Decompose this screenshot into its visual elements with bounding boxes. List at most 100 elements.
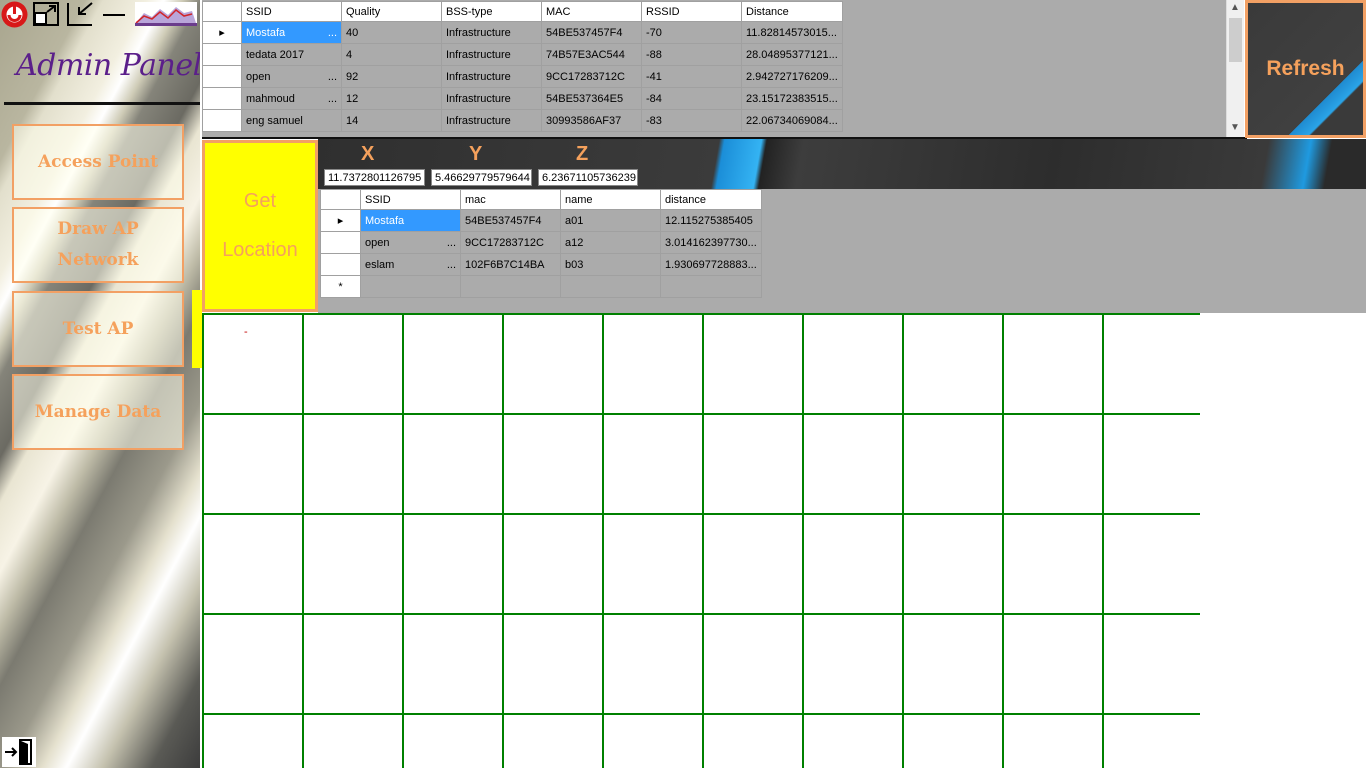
mac-cell[interactable]: 9CC17283712C bbox=[460, 231, 561, 254]
distance-cell[interactable]: 3.014162397730... bbox=[660, 231, 762, 254]
name-cell[interactable]: a12 bbox=[560, 231, 661, 254]
table-row[interactable]: eng samuel 14 Infrastructure 30993586AF3… bbox=[202, 109, 843, 132]
draw-ap-network-button[interactable]: Draw AP Network bbox=[12, 207, 184, 283]
mac-cell[interactable]: 102F6B7C14BA bbox=[460, 253, 561, 276]
row-header[interactable] bbox=[202, 87, 242, 110]
table-row[interactable]: ▸ Mostafa... 40 Infrastructure 54BE53745… bbox=[202, 21, 843, 44]
test-ap-button[interactable]: Test AP bbox=[12, 291, 184, 367]
distance-cell[interactable]: 22.06734069084... bbox=[741, 109, 843, 132]
column-header[interactable]: mac bbox=[460, 189, 561, 210]
row-header[interactable] bbox=[202, 43, 242, 66]
quality-cell[interactable]: 40 bbox=[341, 21, 442, 44]
ellipsis-button[interactable]: ... bbox=[447, 259, 456, 271]
distance-cell[interactable]: 11.82814573015... bbox=[741, 21, 843, 44]
table-row[interactable]: eslam... 102F6B7C14BA b03 1.930697728883… bbox=[320, 253, 762, 276]
get-location-label-line1: Get bbox=[243, 190, 277, 212]
column-header[interactable]: MAC bbox=[541, 1, 642, 22]
ssid-cell[interactable]: eslam... bbox=[360, 253, 461, 276]
column-header[interactable]: BSS-type bbox=[441, 1, 542, 22]
new-name-cell[interactable] bbox=[560, 275, 661, 298]
app-logo-icon[interactable] bbox=[0, 0, 29, 29]
bss-type-cell[interactable]: Infrastructure bbox=[441, 21, 542, 44]
sidebar: Admin Panel Access Point Draw AP Network… bbox=[0, 0, 200, 768]
row-header[interactable] bbox=[320, 231, 361, 254]
column-header[interactable]: Distance bbox=[741, 1, 843, 22]
rssid-cell[interactable]: -88 bbox=[641, 43, 742, 66]
z-coordinate-field[interactable]: 6.23671105736239 bbox=[538, 169, 638, 186]
rssid-cell[interactable]: -83 bbox=[641, 109, 742, 132]
distance-cell[interactable]: 12.115275385405 bbox=[660, 209, 762, 232]
column-header[interactable]: RSSID bbox=[641, 1, 742, 22]
bss-type-cell[interactable]: Infrastructure bbox=[441, 43, 542, 66]
mac-cell[interactable]: 74B57E3AC544 bbox=[541, 43, 642, 66]
wifi-scan-grid-panel: SSID Quality BSS-type MAC RSSID Distance… bbox=[202, 0, 1244, 137]
row-header[interactable] bbox=[320, 253, 361, 276]
new-distance-cell[interactable] bbox=[660, 275, 762, 298]
rssid-cell[interactable]: -41 bbox=[641, 65, 742, 88]
restore-icon[interactable] bbox=[66, 1, 94, 27]
table-row[interactable]: open... 92 Infrastructure 9CC17283712C -… bbox=[202, 65, 843, 88]
name-cell[interactable]: a01 bbox=[560, 209, 661, 232]
distance-cell[interactable]: 23.15172383515... bbox=[741, 87, 843, 110]
exit-door-icon[interactable] bbox=[2, 737, 36, 767]
column-header[interactable]: distance bbox=[660, 189, 762, 210]
maximize-icon[interactable] bbox=[32, 1, 60, 27]
rssid-cell[interactable]: -70 bbox=[641, 21, 742, 44]
quality-cell[interactable]: 4 bbox=[341, 43, 442, 66]
ellipsis-button[interactable]: ... bbox=[447, 237, 456, 249]
ssid-cell[interactable]: open... bbox=[360, 231, 461, 254]
x-coordinate-field[interactable]: 11.7372801126795 bbox=[324, 169, 425, 186]
name-cell[interactable]: b03 bbox=[560, 253, 661, 276]
ellipsis-button[interactable]: ... bbox=[328, 93, 337, 105]
refresh-button[interactable]: Refresh bbox=[1245, 0, 1366, 138]
y-coordinate-field[interactable]: 5.46629779579644 bbox=[431, 169, 532, 186]
scroll-up-arrow-icon[interactable]: ▲ bbox=[1230, 2, 1240, 13]
table-row[interactable]: ▸ Mostafa 54BE537457F4 a01 12.1152753854… bbox=[320, 209, 762, 232]
ap-drawing-canvas[interactable] bbox=[202, 313, 1200, 768]
new-row[interactable]: * bbox=[320, 275, 762, 298]
table-row[interactable]: open... 9CC17283712C a12 3.014162397730.… bbox=[320, 231, 762, 254]
scrollbar-thumb[interactable] bbox=[1229, 18, 1242, 62]
quality-cell[interactable]: 12 bbox=[341, 87, 442, 110]
manage-data-button[interactable]: Manage Data bbox=[12, 374, 184, 450]
mac-cell[interactable]: 30993586AF37 bbox=[541, 109, 642, 132]
ssid-cell[interactable]: eng samuel bbox=[241, 109, 342, 132]
ssid-cell[interactable]: tedata 2017 bbox=[241, 43, 342, 66]
column-header[interactable]: SSID bbox=[360, 189, 461, 210]
quality-cell[interactable]: 14 bbox=[341, 109, 442, 132]
bss-type-cell[interactable]: Infrastructure bbox=[441, 87, 542, 110]
mac-cell[interactable]: 54BE537457F4 bbox=[460, 209, 561, 232]
access-point-button[interactable]: Access Point bbox=[12, 124, 184, 200]
distance-cell[interactable]: 2.942727176209... bbox=[741, 65, 843, 88]
ssid-cell[interactable]: Mostafa bbox=[360, 209, 461, 232]
bss-type-cell[interactable]: Infrastructure bbox=[441, 65, 542, 88]
ellipsis-button[interactable]: ... bbox=[328, 27, 337, 39]
mac-cell[interactable]: 54BE537457F4 bbox=[541, 21, 642, 44]
distance-cell[interactable]: 28.04895377121... bbox=[741, 43, 843, 66]
column-header[interactable]: SSID bbox=[241, 1, 342, 22]
vertical-scrollbar[interactable]: ▲ ▼ bbox=[1226, 0, 1244, 137]
mac-cell[interactable]: 54BE537364E5 bbox=[541, 87, 642, 110]
column-header[interactable]: Quality bbox=[341, 1, 442, 22]
mac-cell[interactable]: 9CC17283712C bbox=[541, 65, 642, 88]
distance-cell[interactable]: 1.930697728883... bbox=[660, 253, 762, 276]
column-header[interactable]: name bbox=[560, 189, 661, 210]
table-row[interactable]: mahmoud... 12 Infrastructure 54BE537364E… bbox=[202, 87, 843, 110]
minimize-icon[interactable] bbox=[100, 1, 128, 27]
ellipsis-button[interactable]: ... bbox=[328, 71, 337, 83]
ssid-cell[interactable]: Mostafa... bbox=[241, 21, 342, 44]
ssid-value: open bbox=[365, 236, 390, 249]
new-mac-cell[interactable] bbox=[460, 275, 561, 298]
ssid-cell[interactable]: mahmoud... bbox=[241, 87, 342, 110]
get-location-button[interactable]: Get Location bbox=[202, 140, 318, 312]
rssid-cell[interactable]: -84 bbox=[641, 87, 742, 110]
new-ssid-cell[interactable] bbox=[360, 275, 461, 298]
row-header[interactable] bbox=[202, 65, 242, 88]
table-row[interactable]: tedata 2017 4 Infrastructure 74B57E3AC54… bbox=[202, 43, 843, 66]
quality-cell[interactable]: 92 bbox=[341, 65, 442, 88]
bss-type-cell[interactable]: Infrastructure bbox=[441, 109, 542, 132]
ssid-cell[interactable]: open... bbox=[241, 65, 342, 88]
row-header[interactable] bbox=[202, 109, 242, 132]
scroll-down-arrow-icon[interactable]: ▼ bbox=[1230, 122, 1240, 133]
ap-grid-panel: SSID mac name distance ▸ Mostafa 54BE537… bbox=[318, 189, 1366, 313]
